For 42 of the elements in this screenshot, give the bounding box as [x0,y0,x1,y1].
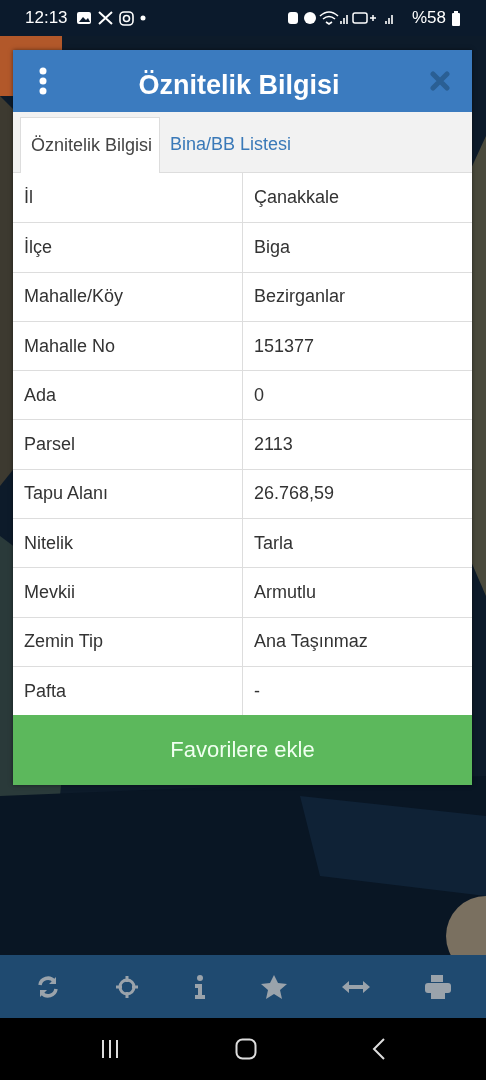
table-cell-text: Bezirganlar [253,285,347,309]
table-cell: Mahalle No [13,321,243,371]
dot-icon [139,15,146,21]
table-cell-text: 26.768,59 [253,482,336,506]
star-icon[interactable] [260,974,287,999]
table-cell: İlçe [13,223,243,272]
back-icon[interactable] [372,1038,386,1060]
table-cell: Mahalle/Köy [13,272,243,321]
table-cell-text: Tarla [253,531,294,555]
printer-icon[interactable] [424,974,451,999]
status-time: 12:13 [25,8,68,28]
table-cell-text: 151377 [253,334,316,358]
menu-icon[interactable] [38,67,48,95]
table-cell: Parsel [13,420,243,469]
battery-icon [452,10,460,26]
table-cell-text: Ana Taşınmaz [253,630,369,654]
tab[interactable]: Bina/BB Listesi [160,117,299,172]
camera-icon [118,10,134,26]
table-cell: Mevkii [13,568,243,617]
resize-arrows-icon[interactable] [341,979,370,994]
tab[interactable]: Öznitelik Bilgisi [20,117,161,173]
table-cell-text: - [253,679,261,703]
table-cell-text: Çanakkale [253,186,341,210]
x-logo-icon [97,11,113,25]
table-cell: İl [13,173,243,223]
info-icon[interactable] [193,974,206,999]
table-cell-text: Biga [253,235,292,259]
table-cell: Ada [13,371,243,420]
recent-apps-icon[interactable] [100,1039,120,1059]
image-icon [75,11,92,25]
home-icon[interactable] [235,1038,257,1060]
table-cell: Zemin Tip [13,617,243,666]
table-cell-text: 0 [253,383,265,407]
table-cell-text: Armutlu [253,581,317,604]
table-cell: Tapu Alanı [13,469,243,519]
add-favorites-button[interactable]: Favorilere ekle [13,715,472,786]
table-cell: Nitelik [13,519,243,568]
crosshair-icon[interactable] [114,974,139,999]
table-cell-text: 2113 [253,433,294,457]
dialog-title: Öznitelik Bilgisi [137,68,341,101]
refresh-icon[interactable] [35,974,60,999]
battery-level: %58 [411,8,446,28]
